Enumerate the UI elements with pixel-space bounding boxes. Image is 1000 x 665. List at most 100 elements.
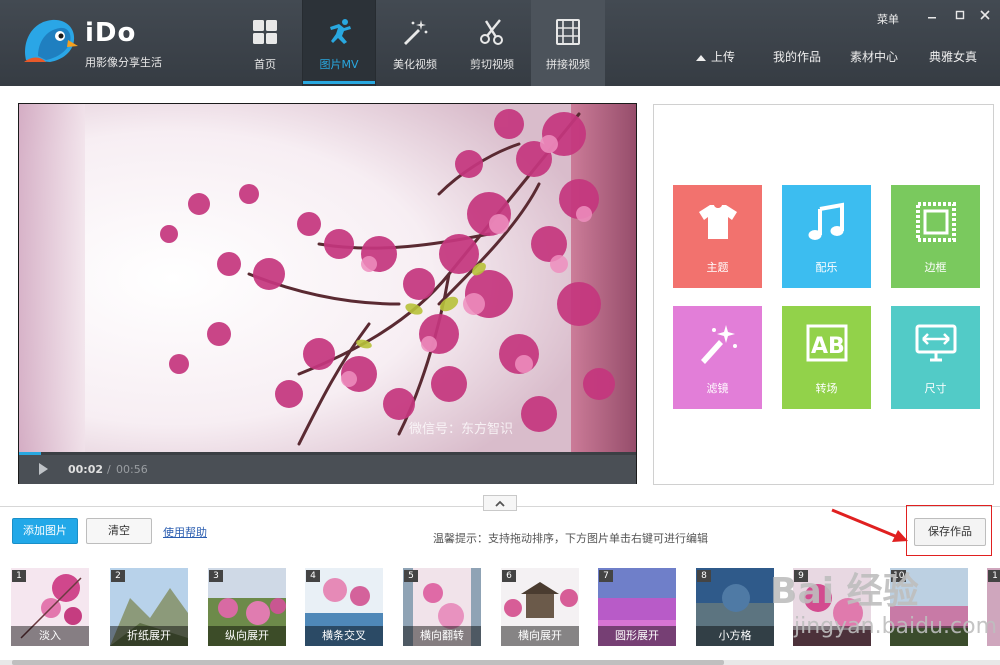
clear-button[interactable]: 清空 bbox=[86, 518, 152, 544]
magic-wand-icon bbox=[701, 325, 737, 364]
grid-icon bbox=[253, 20, 277, 44]
upload-label: 上传 bbox=[711, 50, 736, 64]
nav-tab-picture-mv[interactable]: 图片MV bbox=[302, 0, 376, 86]
film-icon bbox=[556, 19, 580, 45]
dancer-icon bbox=[330, 19, 351, 44]
svg-text:AB: AB bbox=[811, 334, 845, 359]
video-preview-panel: 微信号：东方智识 00:02 / 00:56 bbox=[18, 103, 637, 484]
tool-music[interactable]: 配乐 bbox=[782, 185, 871, 288]
filmstrip-thumb[interactable]: 4 横条交叉 bbox=[305, 568, 383, 646]
ab-transition-icon: AB bbox=[806, 324, 848, 362]
my-works-link[interactable]: 我的作品 bbox=[773, 48, 821, 65]
ido-app-window: iDo 用影像分享生活 首页 图片MV 美化视频 剪切视频 拼接视频 菜单 上传… bbox=[0, 0, 1000, 665]
tool-border[interactable]: 边框 bbox=[891, 185, 980, 288]
tool-label: 转场 bbox=[815, 382, 838, 395]
thumb-number: 1 bbox=[12, 570, 26, 582]
hint-text: 温馨提示：支持拖动排序，下方图片单击右键可进行编辑 bbox=[433, 532, 708, 545]
thumb-number: 6 bbox=[502, 570, 516, 582]
total-time: 00:56 bbox=[116, 463, 148, 476]
nav-tab-join-video[interactable]: 拼接视频 bbox=[531, 0, 605, 86]
dianya-link[interactable]: 典雅女真 bbox=[929, 48, 977, 65]
frame-icon bbox=[916, 202, 956, 242]
filmstrip-scrollbar[interactable] bbox=[0, 660, 1000, 665]
thumb-number: 4 bbox=[306, 570, 320, 582]
filmstrip-thumb[interactable]: 1 淡入 bbox=[11, 568, 89, 646]
tshirt-icon bbox=[699, 205, 737, 239]
brand-slogan: 用影像分享生活 bbox=[85, 56, 162, 69]
ido-logo-icon bbox=[24, 19, 78, 62]
tool-theme[interactable]: 主题 bbox=[673, 185, 762, 288]
tool-size[interactable]: 尺寸 bbox=[891, 306, 980, 409]
scrollbar-thumb[interactable] bbox=[12, 660, 724, 665]
nav-tab-label: 拼接视频 bbox=[546, 58, 590, 71]
thumb-number: 9 bbox=[794, 570, 808, 582]
resize-screen-icon bbox=[915, 324, 957, 362]
tools-panel: 主题 配乐 边框 滤镜 AB 转场 尺寸 bbox=[653, 104, 994, 485]
player-controls: 00:02 / 00:56 bbox=[19, 455, 636, 484]
nav-tab-label: 首页 bbox=[254, 58, 276, 71]
minimize-icon[interactable] bbox=[925, 8, 939, 22]
tool-transition[interactable]: AB 转场 bbox=[782, 306, 871, 409]
filmstrip-thumb[interactable]: 8 小方格 bbox=[696, 568, 774, 646]
filmstrip-thumb[interactable]: 7 圆形展开 bbox=[598, 568, 676, 646]
close-icon[interactable] bbox=[978, 8, 992, 22]
thumb-effect-label: 淡入 bbox=[11, 626, 89, 646]
thumb-number: 3 bbox=[209, 570, 223, 582]
nav-tab-beautify-video[interactable]: 美化视频 bbox=[378, 0, 452, 86]
thumb-effect-label bbox=[890, 626, 968, 646]
music-note-icon bbox=[808, 202, 844, 240]
thumb-number: 5 bbox=[404, 570, 418, 582]
thumb-effect-label: 纵向展开 bbox=[208, 626, 286, 646]
time-separator: / bbox=[107, 463, 111, 476]
cherry-blossom-image bbox=[19, 104, 636, 452]
tool-label: 尺寸 bbox=[924, 382, 947, 395]
thumb-number: 8 bbox=[697, 570, 711, 582]
magic-wand-icon bbox=[404, 20, 428, 45]
tool-label: 配乐 bbox=[815, 261, 838, 274]
video-frame[interactable]: 微信号：东方智识 bbox=[19, 104, 636, 452]
filmstrip-thumb[interactable]: 5 横向翻转 bbox=[403, 568, 481, 646]
thumb-number: 7 bbox=[599, 570, 613, 582]
maximize-icon[interactable] bbox=[953, 8, 967, 22]
filmstrip-thumb[interactable]: 10 bbox=[890, 568, 968, 646]
thumb-effect-label: 横向展开 bbox=[501, 626, 579, 646]
tool-label: 主题 bbox=[706, 261, 729, 274]
play-icon[interactable] bbox=[39, 463, 48, 475]
thumb-effect-label: 横向翻转 bbox=[403, 626, 481, 646]
filmstrip-thumb[interactable]: 9 bbox=[793, 568, 871, 646]
scissors-icon bbox=[480, 19, 503, 45]
window-menu-button[interactable]: 菜单 bbox=[877, 11, 899, 27]
filmstrip-thumb[interactable]: 1 bbox=[987, 568, 1000, 646]
filmstrip: 1 淡入 2 折纸展开 3 纵向展开 4 横条交叉 5 横向翻转 6 横向展开 bbox=[0, 566, 1000, 665]
thumb-effect-label: 圆形展开 bbox=[598, 626, 676, 646]
filmstrip-thumb[interactable]: 2 折纸展开 bbox=[110, 568, 188, 646]
top-bar: iDo 用影像分享生活 首页 图片MV 美化视频 剪切视频 拼接视频 菜单 上传… bbox=[0, 0, 1000, 86]
video-watermark: 微信号：东方智识 bbox=[409, 422, 514, 437]
save-work-button[interactable]: 保存作品 bbox=[914, 518, 986, 546]
current-time: 00:02 bbox=[68, 463, 104, 476]
filmstrip-thumb[interactable]: 6 横向展开 bbox=[501, 568, 579, 646]
thumb-number: 10 bbox=[891, 570, 907, 582]
tool-label: 滤镜 bbox=[706, 382, 729, 395]
brand-name: iDo bbox=[85, 18, 137, 48]
collapse-toggle[interactable] bbox=[483, 495, 517, 511]
add-pictures-button[interactable]: 添加图片 bbox=[12, 518, 78, 544]
thumb-effect-label: 横条交叉 bbox=[305, 626, 383, 646]
thumb-effect-label bbox=[793, 626, 871, 646]
thumb-effect-label: 小方格 bbox=[696, 626, 774, 646]
thumb-number: 1 bbox=[988, 570, 1000, 582]
tool-filter[interactable]: 滤镜 bbox=[673, 306, 762, 409]
upload-link[interactable]: 上传 bbox=[696, 48, 735, 65]
upload-arrow-icon bbox=[696, 54, 706, 61]
chevron-up-icon bbox=[495, 500, 505, 507]
help-link[interactable]: 使用帮助 bbox=[163, 524, 207, 540]
nav-tab-label: 剪切视频 bbox=[470, 58, 514, 71]
nav-tab-home[interactable]: 首页 bbox=[228, 0, 302, 86]
tool-label: 边框 bbox=[924, 261, 947, 274]
material-center-link[interactable]: 素材中心 bbox=[850, 48, 898, 65]
filmstrip-thumb[interactable]: 3 纵向展开 bbox=[208, 568, 286, 646]
thumb-effect-label: 折纸展开 bbox=[110, 626, 188, 646]
annotation-arrow-icon bbox=[831, 508, 908, 542]
nav-tab-label: 美化视频 bbox=[393, 58, 437, 71]
nav-tab-cut-video[interactable]: 剪切视频 bbox=[455, 0, 529, 86]
